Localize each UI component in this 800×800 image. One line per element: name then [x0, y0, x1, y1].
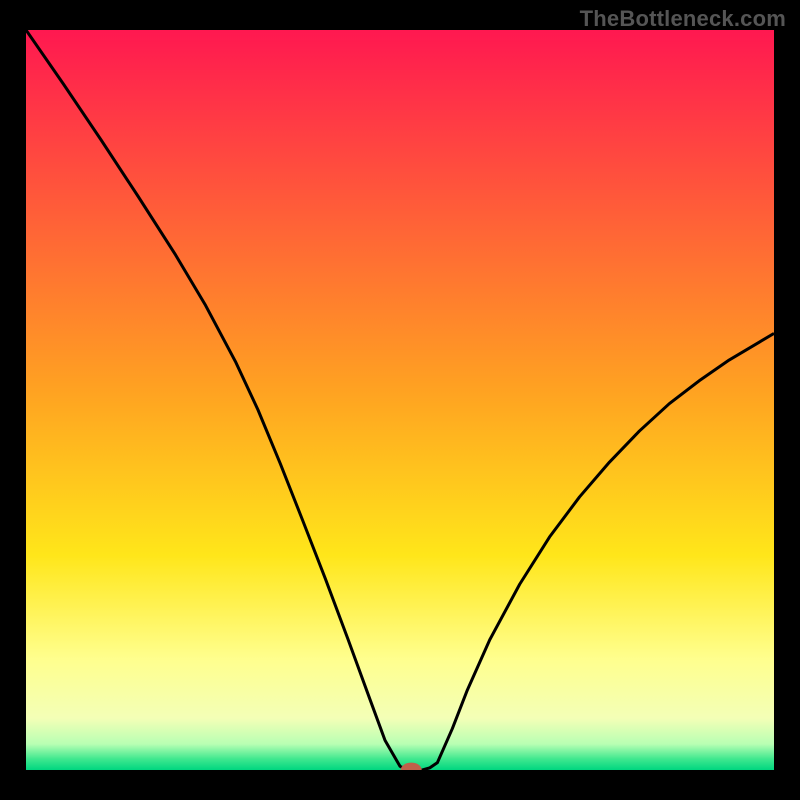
- watermark-text: TheBottleneck.com: [580, 6, 786, 32]
- chart-frame: TheBottleneck.com: [0, 0, 800, 800]
- gradient-background: [26, 30, 774, 770]
- bottleneck-chart: [26, 30, 774, 770]
- chart-svg: [26, 30, 774, 770]
